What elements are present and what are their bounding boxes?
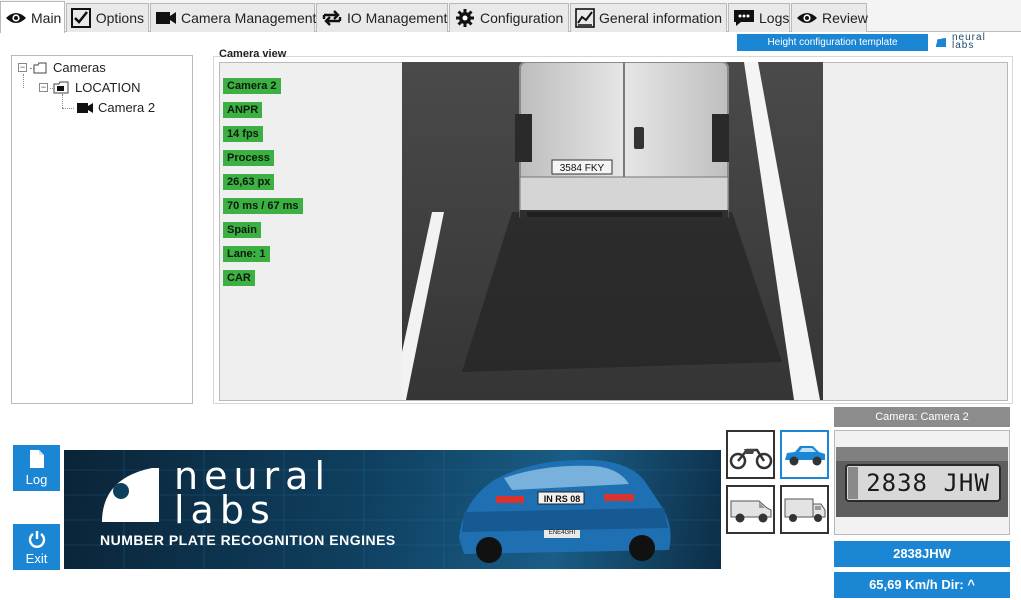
- result-camera-title: Camera: Camera 2: [834, 407, 1010, 427]
- tab-bar: Main Options Camera Management IO Manage…: [0, 0, 1021, 33]
- tab-options[interactable]: Options: [66, 3, 149, 32]
- van-plate-text: 3584 FKY: [560, 163, 605, 174]
- tree-label: Cameras: [53, 60, 106, 75]
- badge-fps: 14 fps: [223, 126, 263, 142]
- gear-icon: [454, 8, 476, 28]
- speed-direction-result: 65,69 Km/h Dir: ^: [834, 572, 1010, 598]
- tree-item-cameras[interactable]: − Cameras: [18, 60, 106, 75]
- power-icon: [28, 530, 45, 548]
- camera-video-feed[interactable]: 3584 FKY: [402, 62, 823, 400]
- tree-label: LOCATION: [75, 80, 141, 95]
- tab-label: Options: [95, 10, 144, 26]
- camera-tree: − Cameras − LOCATION Camera 2: [11, 55, 193, 404]
- motorcycle-icon: [729, 448, 772, 469]
- tab-label: Review: [822, 10, 868, 26]
- vehicle-type-car-button[interactable]: [780, 430, 829, 479]
- checkbox-icon: [71, 8, 92, 28]
- tab-main[interactable]: Main: [0, 1, 65, 33]
- log-button-label: Log: [25, 472, 48, 487]
- neural-labs-logo-icon: [936, 38, 946, 47]
- badge-char-height: 26,63 px: [223, 174, 275, 190]
- tree-label: Camera 2: [98, 100, 156, 115]
- badge-country: Spain: [223, 222, 261, 238]
- video-camera-icon: [77, 102, 93, 113]
- eye-icon: [796, 8, 818, 28]
- folder-icon: [33, 62, 47, 73]
- badge-mode: ANPR: [223, 102, 263, 118]
- plate-crop-text: 2838 JHW: [866, 469, 990, 497]
- collapse-icon[interactable]: −: [18, 63, 27, 72]
- tab-review[interactable]: Review: [791, 3, 868, 32]
- tree-item-camera-2[interactable]: Camera 2: [76, 100, 155, 115]
- location-folder-icon: [53, 81, 69, 94]
- banner-car-plate-secondary: ENE4GHI: [548, 530, 576, 536]
- log-button[interactable]: Log: [13, 445, 60, 491]
- eye-icon: [5, 8, 27, 28]
- tab-io-management[interactable]: IO Management: [316, 3, 448, 32]
- neural-labs-logo-icon: [102, 468, 159, 522]
- tab-label: General information: [599, 10, 722, 26]
- badge-timing: 70 ms / 67 ms: [223, 198, 303, 214]
- document-icon: [29, 450, 44, 468]
- exit-button[interactable]: Exit: [13, 524, 60, 570]
- tab-label: IO Management: [347, 10, 448, 26]
- car-icon: [784, 445, 825, 465]
- tab-label: Main: [31, 9, 62, 26]
- badge-status: Process: [223, 150, 274, 166]
- plate-crop-image: 2838 JHW: [836, 447, 1008, 517]
- vehicle-type-motorcycle-button[interactable]: [726, 430, 775, 479]
- car-image: [459, 459, 671, 563]
- banner-car-plate: IN RS 08: [543, 494, 581, 504]
- collapse-icon[interactable]: −: [39, 83, 48, 92]
- badge-vehicle-class: CAR: [223, 270, 255, 286]
- swap-arrows-icon: [321, 8, 343, 28]
- tree-item-location[interactable]: − LOCATION: [39, 80, 141, 95]
- tab-logs[interactable]: Logs: [728, 3, 790, 32]
- vehicle-type-truck-button[interactable]: [780, 485, 829, 534]
- banner-brand-bottom: labs: [174, 488, 276, 532]
- road-scene-image: 3584 FKY: [402, 62, 823, 400]
- badge-lane: Lane: 1: [223, 246, 270, 262]
- camera-view-title: Camera view: [219, 48, 287, 60]
- badge-camera: Camera 2: [223, 78, 281, 94]
- tab-label: Camera Management: [181, 10, 317, 26]
- tab-label: Logs: [759, 10, 790, 26]
- exit-button-label: Exit: [25, 550, 48, 566]
- van-icon: [730, 500, 771, 522]
- log-icon: [733, 8, 755, 28]
- neural-labs-logo-small: neural labs: [934, 33, 986, 51]
- app-window: Main Options Camera Management IO Manage…: [0, 0, 1021, 600]
- tab-camera-management[interactable]: Camera Management: [150, 3, 317, 32]
- neural-labs-banner: neural labs NUMBER PLATE RECOGNITION ENG…: [64, 450, 721, 569]
- height-configuration-template-button[interactable]: Height configuration template: [737, 34, 928, 51]
- brand-small-bottom: labs: [952, 40, 975, 51]
- truck-icon: [784, 498, 825, 522]
- video-camera-icon: [155, 8, 177, 28]
- plate-result: 2838JHW: [834, 541, 1010, 567]
- tab-label: Configuration: [480, 10, 564, 26]
- vehicle-type-van-button[interactable]: [726, 485, 775, 534]
- chart-icon: [575, 8, 595, 28]
- tab-configuration[interactable]: Configuration: [449, 3, 569, 32]
- banner-tagline: NUMBER PLATE RECOGNITION ENGINES: [100, 532, 396, 548]
- tab-general-information[interactable]: General information: [570, 3, 727, 32]
